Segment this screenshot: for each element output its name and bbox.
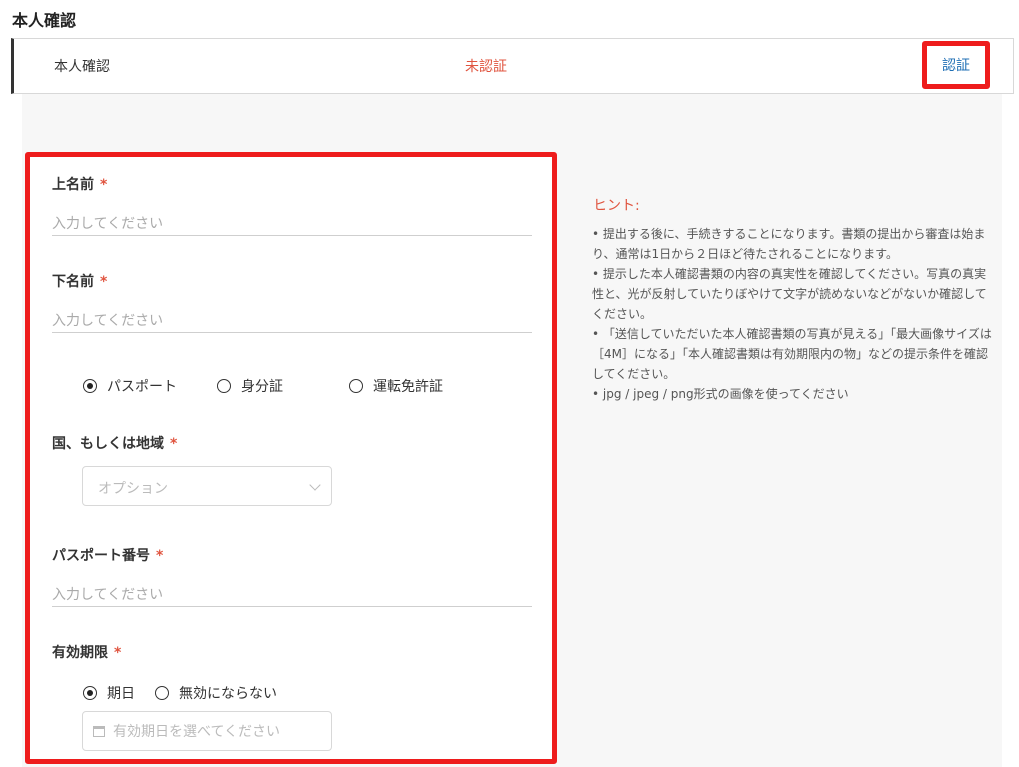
- country-label-text: 国、もしくは地域: [52, 436, 164, 452]
- hint-item: • 「送信していただいた本人確認書類の写真が見える」「最大画像サイズは［4M］に…: [592, 327, 992, 381]
- required-mark: *: [170, 436, 178, 452]
- expiry-label-text: 有効期限: [52, 645, 108, 661]
- first-name-label: 上名前 *: [52, 174, 107, 194]
- identity-form: 上名前 * 入力してください 下名前 * 入力してください パスポート 身分証 運転…: [25, 152, 557, 764]
- last-name-label-text: 下名前: [52, 274, 94, 290]
- radio-passport-label: パスポート: [107, 379, 177, 395]
- hint-item: • 提出する後に、手続きすることになります。書類の提出から審査は始まり、通常は1…: [592, 227, 986, 261]
- country-select[interactable]: オプション: [82, 466, 332, 506]
- country-select-placeholder: オプション: [98, 481, 168, 497]
- verify-link[interactable]: 認証: [942, 55, 970, 75]
- radio-passport[interactable]: パスポート: [83, 376, 177, 396]
- first-name-input[interactable]: 入力してください: [52, 208, 532, 236]
- status-badge: 未認証: [465, 59, 507, 75]
- hint-item: • 提示した本人確認書類の内容の真実性を確認してください。写真の真実性と、光が反…: [592, 267, 987, 321]
- document-type-radio-group: パスポート 身分証 運転免許証: [83, 376, 443, 396]
- verification-status-row: 本人確認 未認証 認証: [11, 38, 1014, 94]
- radio-expiry-date-label: 期日: [107, 686, 135, 702]
- radio-id-card-label: 身分証: [241, 379, 283, 395]
- passport-number-label-text: パスポート番号: [52, 548, 150, 564]
- hint-title: ヒント:: [593, 198, 640, 214]
- hint-item: • jpg / jpeg / png形式の画像を使ってください: [592, 387, 849, 401]
- passport-number-label: パスポート番号 *: [52, 545, 163, 565]
- passport-number-input[interactable]: 入力してください: [52, 579, 532, 607]
- last-name-input[interactable]: 入力してください: [52, 305, 532, 333]
- expiry-date-picker[interactable]: 有効期日を選べてください: [82, 711, 332, 751]
- radio-no-expiry-label: 無効にならない: [179, 686, 277, 702]
- status-row-label: 本人確認: [54, 59, 110, 75]
- expiry-date-placeholder: 有効期日を選べてください: [113, 724, 281, 740]
- radio-no-expiry[interactable]: 無効にならない: [155, 683, 277, 703]
- radio-checked-icon: [83, 379, 97, 393]
- required-mark: *: [100, 177, 108, 193]
- last-name-label: 下名前 *: [52, 271, 107, 291]
- last-name-placeholder: 入力してください: [52, 313, 164, 329]
- radio-expiry-date[interactable]: 期日: [83, 683, 135, 703]
- radio-unchecked-icon: [217, 379, 231, 393]
- verify-link-highlight: 認証: [922, 41, 990, 89]
- first-name-placeholder: 入力してください: [52, 216, 164, 232]
- first-name-label-text: 上名前: [52, 177, 94, 193]
- radio-unchecked-icon: [155, 686, 169, 700]
- radio-drivers-license-label: 運転免許証: [373, 379, 443, 395]
- radio-unchecked-icon: [349, 379, 363, 393]
- radio-checked-icon: [83, 686, 97, 700]
- radio-id-card[interactable]: 身分証: [217, 376, 283, 396]
- hint-list: • 提出する後に、手続きすることになります。書類の提出から審査は始まり、通常は1…: [592, 224, 992, 404]
- required-mark: *: [114, 645, 122, 661]
- radio-drivers-license[interactable]: 運転免許証: [349, 376, 443, 396]
- expiry-label: 有効期限 *: [52, 642, 121, 662]
- country-label: 国、もしくは地域 *: [52, 433, 177, 453]
- passport-number-placeholder: 入力してください: [52, 587, 164, 603]
- required-mark: *: [156, 548, 164, 564]
- expiry-radio-group: 期日 無効にならない: [83, 683, 277, 703]
- required-mark: *: [100, 274, 108, 290]
- chevron-down-icon: [309, 479, 321, 491]
- page-title: 本人確認: [12, 11, 77, 30]
- calendar-icon: [93, 725, 105, 737]
